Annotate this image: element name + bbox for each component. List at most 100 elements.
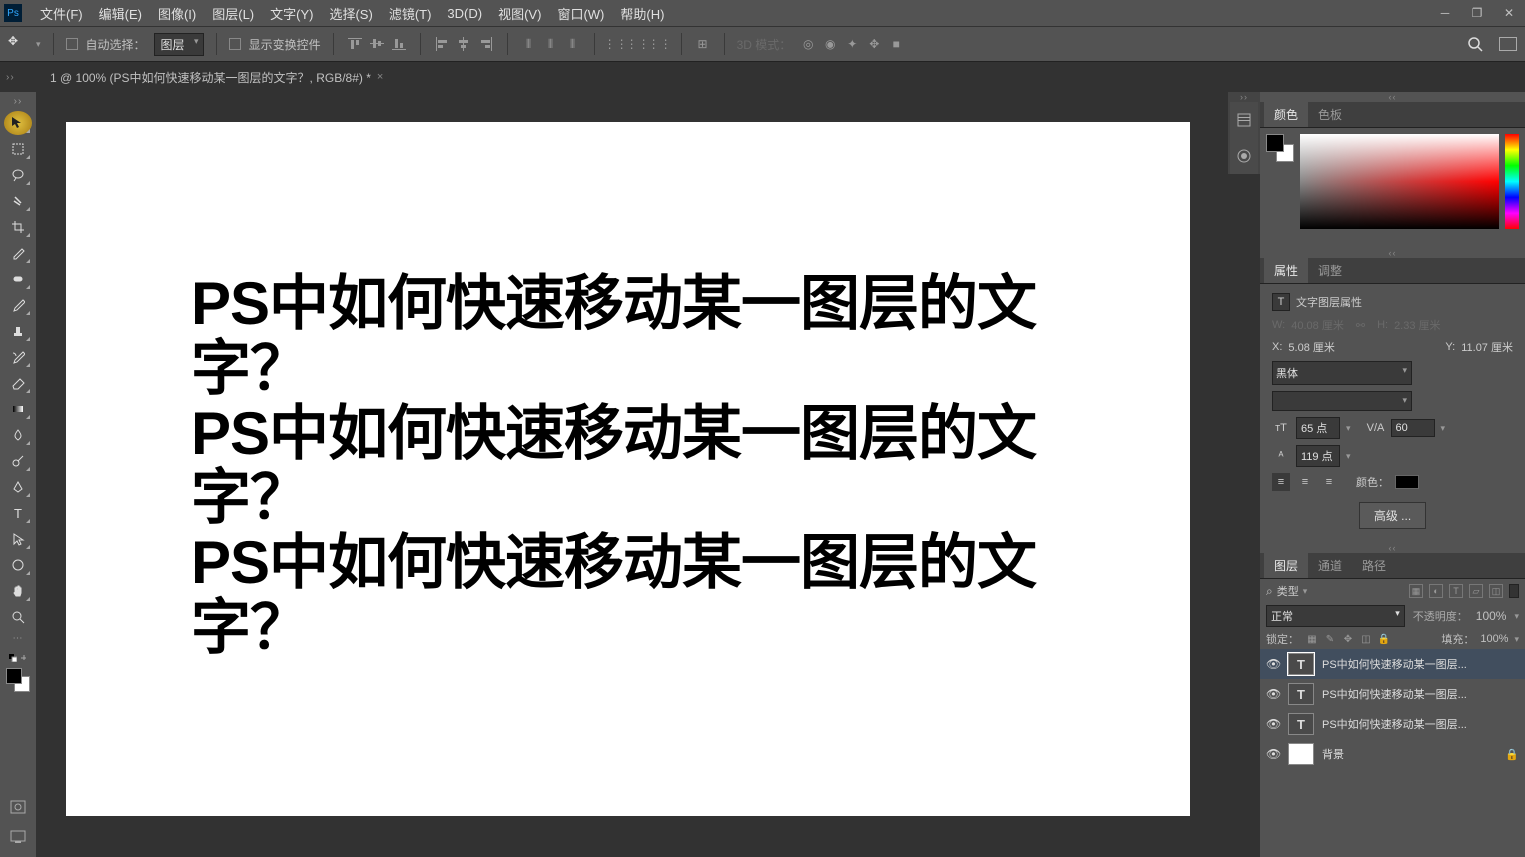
layer-row[interactable]: 👁TPS中如何快速移动某一图层... — [1260, 649, 1525, 679]
layer-row[interactable]: 👁 T PS中如何快速移动某一图层... — [1260, 679, 1525, 709]
gradient-tool[interactable] — [4, 397, 32, 421]
link-icon[interactable]: ⚯ — [1356, 319, 1365, 332]
swap-colors-icon[interactable] — [20, 654, 28, 662]
color-swatch[interactable] — [6, 668, 30, 692]
layer-row[interactable]: 👁背景🔒 — [1260, 739, 1525, 769]
filter-shape-icon[interactable]: ▱ — [1469, 584, 1483, 598]
default-colors-icon[interactable] — [9, 654, 17, 662]
layer-visibility-icon[interactable]: 👁 — [1266, 687, 1280, 701]
paths-tab[interactable]: 路径 — [1352, 553, 1396, 578]
toolbox-more-icon[interactable]: ⋯ — [13, 633, 24, 644]
layer-name[interactable]: PS中如何快速移动某一图层... — [1322, 716, 1519, 732]
distribute-bottom-icon[interactable]: ⫴ — [564, 35, 582, 53]
menu-type[interactable]: 文字(Y) — [262, 0, 321, 27]
type-tool[interactable]: T — [4, 501, 32, 525]
color-spectrum[interactable] — [1300, 134, 1499, 229]
layer-thumbnail[interactable]: T — [1288, 683, 1314, 705]
fill-dropdown-icon[interactable]: ▾ — [1514, 634, 1519, 645]
adjustments-tab[interactable]: 调整 — [1308, 258, 1352, 283]
distribute-hcenter-icon[interactable]: ⋮⋮ — [629, 35, 647, 53]
align-left-text-icon[interactable]: ≡ — [1272, 473, 1290, 491]
distribute-left-icon[interactable]: ⋮⋮ — [607, 35, 625, 53]
leading-input[interactable]: 119 点 — [1296, 445, 1340, 467]
canvas-text-2[interactable]: PS中如何快速移动某一图层的文字？ — [191, 402, 1130, 532]
layer-row[interactable]: 👁TPS中如何快速移动某一图层... — [1260, 709, 1525, 739]
filter-dropdown-icon[interactable]: ▾ — [1303, 586, 1308, 597]
font-family-select[interactable]: 黑体 — [1272, 361, 1412, 385]
lock-artboard-icon[interactable]: ◫ — [1359, 632, 1373, 646]
minimize-button[interactable]: ─ — [1433, 4, 1457, 22]
healing-tool[interactable] — [4, 267, 32, 291]
font-style-select[interactable] — [1272, 391, 1412, 411]
quick-select-tool[interactable] — [4, 189, 32, 213]
pen-tool[interactable] — [4, 475, 32, 499]
screen-mode-icon[interactable] — [4, 825, 32, 849]
document-tab[interactable]: 1 @ 100% (PS中如何快速移动某一图层的文字？, RGB/8#) * × — [40, 63, 393, 92]
layer-name[interactable]: PS中如何快速移动某一图层... — [1322, 656, 1519, 672]
filter-search-icon[interactable]: ⌕ — [1266, 584, 1273, 599]
dodge-tool[interactable] — [4, 449, 32, 473]
marquee-tool[interactable] — [4, 137, 32, 161]
menu-3d[interactable]: 3D(D) — [439, 2, 490, 25]
panel-collapse-icon[interactable]: ‹‹ — [1260, 92, 1525, 102]
tracking-input[interactable]: 60 — [1391, 419, 1435, 437]
toolbox-expand-icon[interactable]: ›› — [14, 96, 23, 107]
layer-thumbnail[interactable] — [1288, 743, 1314, 765]
distribute-vcenter-icon[interactable]: ⫴ — [542, 35, 560, 53]
menu-image[interactable]: 图像(I) — [150, 0, 204, 27]
stamp-tool[interactable] — [4, 319, 32, 343]
layers-collapse-icon[interactable]: ‹‹ — [1260, 543, 1525, 553]
align-center-text-icon[interactable]: ≡ — [1296, 473, 1314, 491]
layer-thumbnail[interactable]: T — [1288, 653, 1314, 675]
blend-mode-select[interactable]: 正常 — [1266, 605, 1405, 627]
collapse-dots[interactable]: ›› — [6, 72, 15, 83]
close-tab-icon[interactable]: × — [377, 71, 383, 83]
filter-pixel-icon[interactable]: ▦ — [1409, 584, 1423, 598]
crop-tool[interactable] — [4, 215, 32, 239]
eraser-tool[interactable] — [4, 371, 32, 395]
lasso-tool[interactable] — [4, 163, 32, 187]
props-collapse-icon[interactable]: ‹‹ — [1260, 248, 1525, 258]
history-panel-icon[interactable] — [1230, 102, 1258, 138]
distribute-top-icon[interactable]: ⫴ — [520, 35, 538, 53]
zoom-tool[interactable] — [4, 605, 32, 629]
align-bottom-icon[interactable] — [390, 35, 408, 53]
libraries-panel-icon[interactable] — [1230, 138, 1258, 174]
menu-edit[interactable]: 编辑(E) — [91, 0, 150, 27]
menu-view[interactable]: 视图(V) — [490, 0, 549, 27]
opacity-value[interactable]: 100% — [1476, 609, 1507, 623]
canvas-text-3[interactable]: PS中如何快速移动某一图层的文字？ — [191, 531, 1130, 661]
leading-dropdown-icon[interactable]: ▾ — [1346, 451, 1351, 462]
align-top-icon[interactable] — [346, 35, 364, 53]
text-color-chip[interactable] — [1395, 475, 1419, 489]
canvas[interactable]: PS中如何快速移动某一图层的文字？ PS中如何快速移动某一图层的文字？ PS中如… — [66, 122, 1190, 816]
move-tool[interactable] — [4, 111, 32, 135]
history-brush-tool[interactable] — [4, 345, 32, 369]
move-tool-icon[interactable]: ✥ — [8, 34, 28, 54]
distribute-right-icon[interactable]: ⋮⋮ — [651, 35, 669, 53]
color-tab[interactable]: 颜色 — [1264, 102, 1308, 127]
quick-mask-icon[interactable] — [4, 795, 32, 819]
filter-type-icon[interactable]: T — [1449, 584, 1463, 598]
foreground-color[interactable] — [6, 668, 22, 684]
auto-select-dropdown[interactable]: 图层 — [154, 33, 204, 56]
advanced-button[interactable]: 高级 ... — [1359, 502, 1426, 529]
layer-visibility-icon[interactable]: 👁 — [1266, 717, 1280, 731]
menu-select[interactable]: 选择(S) — [321, 0, 380, 27]
strip-expand-icon[interactable]: ›› — [1240, 92, 1248, 102]
align-right-icon[interactable] — [477, 35, 495, 53]
layer-name[interactable]: PS中如何快速移动某一图层... — [1322, 686, 1519, 702]
align-vcenter-icon[interactable] — [368, 35, 386, 53]
dropdown-icon[interactable]: ▾ — [36, 39, 41, 50]
maximize-button[interactable]: ❐ — [1465, 4, 1489, 22]
path-select-tool[interactable] — [4, 527, 32, 551]
menu-help[interactable]: 帮助(H) — [612, 0, 672, 27]
filter-smart-icon[interactable]: ◫ — [1489, 584, 1503, 598]
opacity-dropdown-icon[interactable]: ▾ — [1514, 611, 1519, 622]
filter-adjust-icon[interactable]: ◐ — [1429, 584, 1443, 598]
brush-tool[interactable] — [4, 293, 32, 317]
auto-select-checkbox[interactable] — [66, 38, 78, 50]
align-hcenter-icon[interactable] — [455, 35, 473, 53]
layer-name[interactable]: 背景 — [1322, 746, 1497, 762]
search-icon[interactable] — [1467, 36, 1483, 52]
